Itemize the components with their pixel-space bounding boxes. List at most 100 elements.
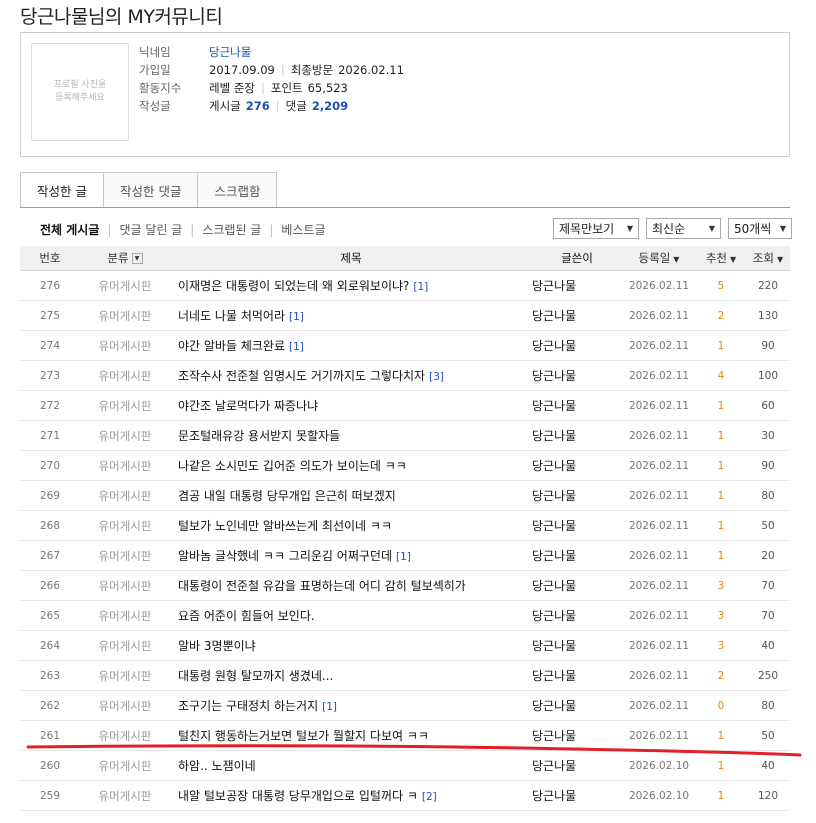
row-title[interactable]: 야간조 날로먹다가 짜증나냐 (170, 397, 532, 414)
row-writer[interactable]: 당근나물 (532, 547, 622, 564)
header-views[interactable]: 조회 ▼ (746, 250, 790, 266)
row-title-text[interactable]: 하암.. 노잼이네 (178, 759, 256, 773)
row-title-text[interactable]: 털친지 행동하는거보면 털보가 뭘할지 다보여 ㅋㅋ (178, 729, 429, 743)
row-category[interactable]: 유머게시판 (80, 428, 170, 444)
row-category[interactable]: 유머게시판 (80, 278, 170, 294)
table-row[interactable]: 269 유머게시판 겸공 내일 대통령 당무개입 은근히 떠보겠지 당근나물 2026.… (20, 481, 790, 511)
row-category[interactable]: 유머게시판 (80, 728, 170, 744)
row-title[interactable]: 알바 3명뿐이냐 (170, 637, 532, 654)
row-title-text[interactable]: 야간 알바들 체크완료 (178, 339, 285, 353)
row-category[interactable]: 유머게시판 (80, 698, 170, 714)
row-title[interactable]: 요즘 어준이 힘들어 보인다. (170, 607, 532, 624)
row-title[interactable]: 이재명은 대통령이 되었는데 왜 외로워보이냐? [1] (170, 277, 532, 294)
row-title-text[interactable]: 대통령이 전준철 유감을 표명하는데 어디 감히 털보섹히가 (178, 579, 466, 593)
row-category[interactable]: 유머게시판 (80, 308, 170, 324)
row-writer[interactable]: 당근나물 (532, 397, 622, 414)
row-title-text[interactable]: 야간조 날로먹다가 짜증나냐 (178, 399, 318, 413)
table-row[interactable]: 262 유머게시판 조구기는 구태정치 하는거지 [1] 당근나물 2026.02.11 0… (20, 691, 790, 721)
row-category[interactable]: 유머게시판 (80, 788, 170, 804)
table-row[interactable]: 276 유머게시판 이재명은 대통령이 되었는데 왜 외로워보이냐? [1] 당근나물 2… (20, 271, 790, 301)
row-writer[interactable]: 당근나물 (532, 787, 622, 804)
row-category[interactable]: 유머게시판 (80, 458, 170, 474)
comment-count-badge[interactable]: [2] (422, 791, 437, 803)
row-title[interactable]: 내알 털보공장 대통령 당무개입으로 입털꺼다 ㅋ [2] (170, 787, 532, 804)
profile-photo-placeholder[interactable]: 프로필 사진을 등록해주세요 (31, 43, 129, 141)
post-count[interactable]: 276 (246, 99, 270, 113)
comment-count-badge[interactable]: [1] (413, 281, 428, 293)
table-row[interactable]: 266 유머게시판 대통령이 전준철 유감을 표명하는데 어디 감히 털보섹히가 당근… (20, 571, 790, 601)
row-title[interactable]: 하암.. 노잼이네 (170, 757, 532, 774)
row-title-text[interactable]: 요즘 어준이 힘들어 보인다. (178, 609, 315, 623)
filter-commented-posts[interactable]: 댓글 달린 글 (119, 221, 182, 238)
row-title-text[interactable]: 나같은 소시민도 깁어준 의도가 보이는데 ㅋㅋ (178, 459, 407, 473)
table-row[interactable]: 274 유머게시판 야간 알바들 체크완료 [1] 당근나물 2026.02.11 1 90 (20, 331, 790, 361)
row-title-text[interactable]: 너네도 나물 처먹어라 (178, 309, 285, 323)
tab-scraps[interactable]: 스크랩함 (198, 172, 278, 208)
table-row[interactable]: 261 유머게시판 털친지 행동하는거보면 털보가 뭘할지 다보여 ㅋㅋ 당근나물 20… (20, 721, 790, 751)
row-writer[interactable]: 당근나물 (532, 427, 622, 444)
row-writer[interactable]: 당근나물 (532, 367, 622, 384)
filter-all-posts[interactable]: 전체 게시글 (40, 221, 99, 238)
row-title[interactable]: 겸공 내일 대통령 당무개입 은근히 떠보겠지 (170, 487, 532, 504)
row-category[interactable]: 유머게시판 (80, 368, 170, 384)
row-title[interactable]: 대통령 원형 탈모까지 생겼네... (170, 667, 532, 684)
row-title-text[interactable]: 조구기는 구태정치 하는거지 (178, 699, 318, 713)
row-writer[interactable]: 당근나물 (532, 757, 622, 774)
row-writer[interactable]: 당근나물 (532, 337, 622, 354)
row-category[interactable]: 유머게시판 (80, 338, 170, 354)
table-row[interactable]: 267 유머게시판 알바놈 글삭했네 ㅋㅋ 그리운김 어쩌구던데 [1] 당근나물 202… (20, 541, 790, 571)
comment-count[interactable]: 2,209 (312, 99, 348, 113)
row-category[interactable]: 유머게시판 (80, 758, 170, 774)
row-title[interactable]: 대통령이 전준철 유감을 표명하는데 어디 감히 털보섹히가 (170, 577, 532, 594)
row-title-text[interactable]: 겸공 내일 대통령 당무개입 은근히 떠보겠지 (178, 489, 396, 503)
row-title-text[interactable]: 조작수사 전준철 임명시도 거기까지도 그렇다치자 (178, 369, 425, 383)
table-row[interactable]: 260 유머게시판 하암.. 노잼이네 당근나물 2026.02.10 1 40 (20, 751, 790, 781)
filter-best-posts[interactable]: 베스트글 (281, 221, 325, 238)
table-row[interactable]: 272 유머게시판 야간조 날로먹다가 짜증나냐 당근나물 2026.02.11 1 60 (20, 391, 790, 421)
row-writer[interactable]: 당근나물 (532, 517, 622, 534)
row-writer[interactable]: 당근나물 (532, 667, 622, 684)
row-category[interactable]: 유머게시판 (80, 488, 170, 504)
row-category[interactable]: 유머게시판 (80, 548, 170, 564)
row-writer[interactable]: 당근나물 (532, 457, 622, 474)
row-title[interactable]: 알바놈 글삭했네 ㅋㅋ 그리운김 어쩌구던데 [1] (170, 547, 532, 564)
row-title[interactable]: 문조털래유강 용서받지 못할자들 (170, 427, 532, 444)
row-title[interactable]: 털보가 노인네만 알바쓰는게 최선이네 ㅋㅋ (170, 517, 532, 534)
tab-written-comments[interactable]: 작성한 댓글 (103, 172, 199, 208)
row-title-text[interactable]: 문조털래유강 용서받지 못할자들 (178, 429, 340, 443)
row-writer[interactable]: 당근나물 (532, 487, 622, 504)
row-title-text[interactable]: 털보가 노인네만 알바쓰는게 최선이네 ㅋㅋ (178, 519, 392, 533)
comment-count-badge[interactable]: [1] (289, 311, 304, 323)
table-row[interactable]: 275 유머게시판 너네도 나물 처먹어라 [1] 당근나물 2026.02.11 2 130 (20, 301, 790, 331)
row-title[interactable]: 털친지 행동하는거보면 털보가 뭘할지 다보여 ㅋㅋ (170, 727, 532, 744)
row-title[interactable]: 나같은 소시민도 깁어준 의도가 보이는데 ㅋㅋ (170, 457, 532, 474)
comment-count-badge[interactable]: [1] (322, 701, 337, 713)
header-date[interactable]: 등록일 ▼ (622, 250, 696, 266)
row-title-text[interactable]: 이재명은 대통령이 되었는데 왜 외로워보이냐? (178, 279, 409, 293)
tab-written-posts[interactable]: 작성한 글 (20, 172, 104, 208)
row-writer[interactable]: 당근나물 (532, 607, 622, 624)
header-recommend[interactable]: 추천 ▼ (696, 250, 746, 266)
comment-count-badge[interactable]: [1] (396, 551, 411, 563)
row-category[interactable]: 유머게시판 (80, 668, 170, 684)
row-title-text[interactable]: 알바놈 글삭했네 ㅋㅋ 그리운김 어쩌구던데 (178, 549, 392, 563)
table-row[interactable]: 259 유머게시판 내알 털보공장 대통령 당무개입으로 입털꺼다 ㅋ [2] 당근나물… (20, 781, 790, 811)
row-title[interactable]: 조구기는 구태정치 하는거지 [1] (170, 697, 532, 714)
table-row[interactable]: 271 유머게시판 문조털래유강 용서받지 못할자들 당근나물 2026.02.11 1 3… (20, 421, 790, 451)
comment-count-badge[interactable]: [1] (289, 341, 304, 353)
row-writer[interactable]: 당근나물 (532, 577, 622, 594)
row-writer[interactable]: 당근나물 (532, 307, 622, 324)
table-row[interactable]: 265 유머게시판 요즘 어준이 힘들어 보인다. 당근나물 2026.02.11 3 70 (20, 601, 790, 631)
filter-scrapped-posts[interactable]: 스크랩된 글 (202, 221, 261, 238)
table-row[interactable]: 263 유머게시판 대통령 원형 탈모까지 생겼네... 당근나물 2026.02.11… (20, 661, 790, 691)
row-writer[interactable]: 당근나물 (532, 637, 622, 654)
table-row[interactable]: 270 유머게시판 나같은 소시민도 깁어준 의도가 보이는데 ㅋㅋ 당근나물 2026… (20, 451, 790, 481)
table-row[interactable]: 264 유머게시판 알바 3명뿐이냐 당근나물 2026.02.11 3 40 (20, 631, 790, 661)
sort-select[interactable]: 최신순 ▼ (646, 218, 721, 239)
header-category[interactable]: 분류 ▼ (80, 250, 170, 266)
row-title-text[interactable]: 알바 3명뿐이냐 (178, 639, 256, 653)
row-title-text[interactable]: 내알 털보공장 대통령 당무개입으로 입털꺼다 ㅋ (178, 789, 418, 803)
row-category[interactable]: 유머게시판 (80, 608, 170, 624)
dropdown-icon[interactable]: ▼ (131, 253, 143, 264)
row-title[interactable]: 야간 알바들 체크완료 [1] (170, 337, 532, 354)
